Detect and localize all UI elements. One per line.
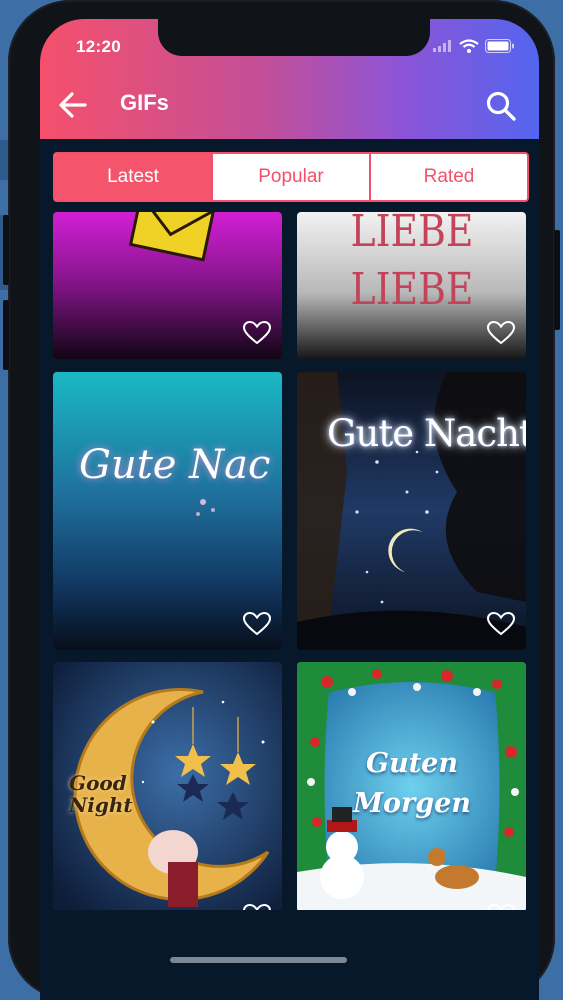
gif-caption: Gute Nac	[79, 442, 271, 488]
back-button[interactable]	[58, 91, 88, 119]
heart-icon[interactable]	[243, 612, 271, 636]
heart-icon[interactable]	[243, 321, 271, 345]
gif-caption: Guten Morgen	[353, 748, 471, 819]
gif-caption: Good Night	[69, 771, 133, 817]
bottom-area	[40, 910, 539, 1000]
device-notch	[158, 19, 430, 56]
status-icons	[433, 39, 515, 53]
wifi-icon	[459, 39, 479, 53]
volume-down-button	[3, 300, 9, 370]
home-indicator[interactable]	[170, 957, 347, 963]
gif-grid: LIEBE LIEBE Gute Nac Gute Nacht Good Nig…	[40, 212, 539, 910]
gif-card-envelope[interactable]	[53, 212, 282, 359]
phone-frame: 12:20 GIFs Latest Popular Rated LIEBE LI…	[3, 0, 560, 1000]
status-time: 12:20	[76, 37, 121, 56]
svg-text:LIEBE: LIEBE	[351, 263, 474, 315]
svg-text:LIEBE: LIEBE	[351, 212, 474, 257]
signal-icon	[433, 40, 451, 52]
power-button	[554, 230, 560, 330]
search-button[interactable]	[485, 90, 517, 122]
tab-rated[interactable]: Rated	[369, 154, 527, 200]
gif-card-liebe[interactable]: LIEBE LIEBE	[297, 212, 526, 359]
tab-bar: Latest Popular Rated	[53, 152, 529, 202]
app-screen: 12:20 GIFs Latest Popular Rated LIEBE LI…	[40, 19, 539, 1000]
heart-icon[interactable]	[487, 321, 515, 345]
background-panel-left	[0, 140, 8, 180]
heart-icon[interactable]	[487, 612, 515, 636]
battery-icon	[485, 39, 514, 53]
gif-card-gute-nac[interactable]: Gute Nac	[53, 372, 282, 650]
tab-popular[interactable]: Popular	[211, 154, 369, 200]
gute-nac-gif-image	[53, 372, 282, 650]
arrow-left-icon	[59, 92, 87, 118]
volume-up-button	[3, 215, 9, 285]
page-title: GIFs	[120, 90, 169, 115]
gif-caption: Gute Nacht	[327, 412, 526, 455]
gif-card-guten-morgen[interactable]: Guten Morgen	[297, 662, 526, 910]
search-icon	[486, 91, 516, 121]
gif-card-gute-nacht[interactable]: Gute Nacht	[297, 372, 526, 650]
gif-card-good-night[interactable]: Good Night	[53, 662, 282, 910]
tab-latest[interactable]: Latest	[55, 154, 211, 200]
